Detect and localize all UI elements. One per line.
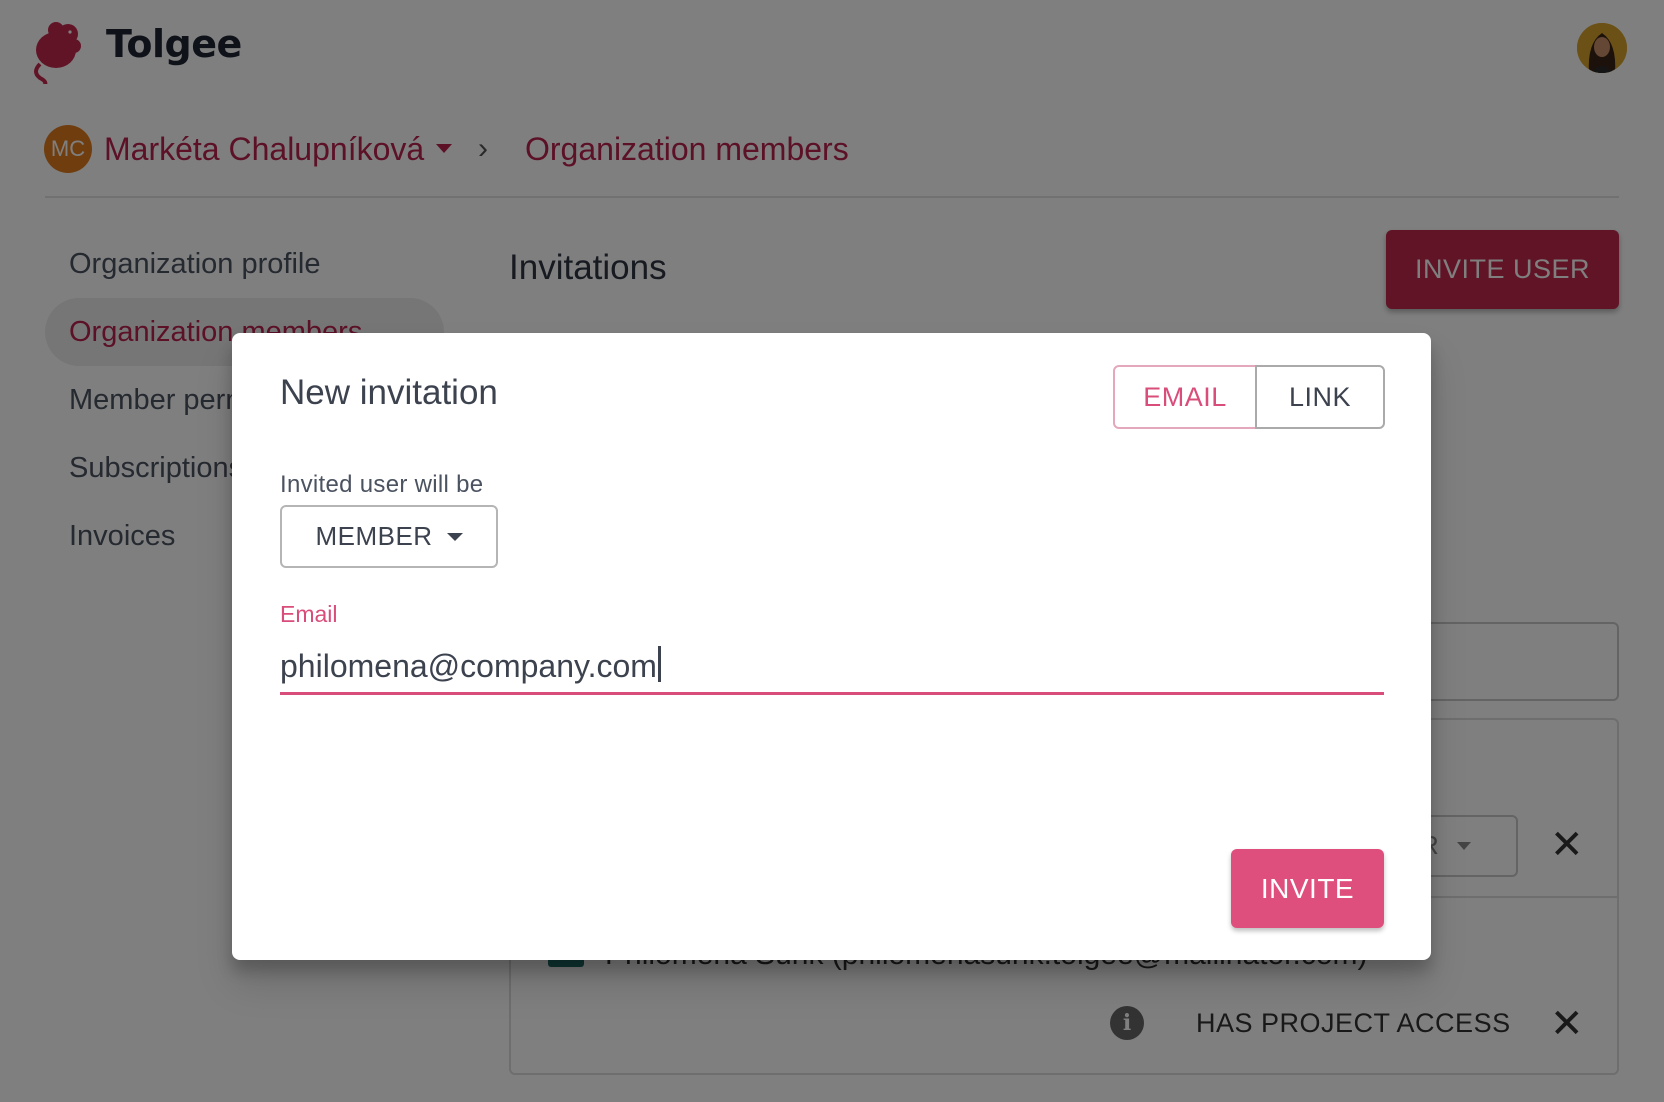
- mode-email-button[interactable]: EMAIL: [1113, 365, 1257, 429]
- invitation-mode-toggle: EMAIL LINK: [1113, 365, 1387, 429]
- email-field-underline: [280, 692, 1384, 695]
- email-field-label: Email: [280, 601, 338, 627]
- text-cursor: [658, 646, 661, 682]
- dialog-title: New invitation: [280, 373, 498, 412]
- role-select-value: MEMBER: [315, 521, 433, 551]
- chevron-down-icon: [446, 532, 463, 541]
- role-select[interactable]: MEMBER: [280, 505, 498, 568]
- role-label: Invited user will be: [280, 471, 484, 498]
- email-field[interactable]: [280, 641, 1384, 691]
- new-invitation-dialog: New invitation EMAIL LINK Invited user w…: [232, 333, 1431, 960]
- invite-button[interactable]: INVITE: [1231, 849, 1384, 928]
- mode-link-button[interactable]: LINK: [1255, 365, 1385, 429]
